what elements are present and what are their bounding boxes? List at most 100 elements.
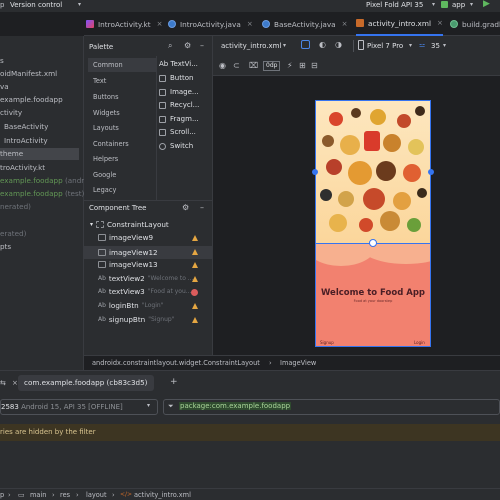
tree-node-textview3[interactable]: Ab textView3 "Food at you... xyxy=(98,287,192,296)
tab-build-gradle[interactable]: build.gradle xyxy=(450,12,500,36)
logcat-filter-input[interactable]: ⏷ package:com.example.foodapp xyxy=(163,399,500,415)
tab-introactivity-kt[interactable]: IntroActivity.kt × xyxy=(86,12,162,36)
close-icon[interactable]: × xyxy=(12,379,18,387)
tree-node-loginbtn[interactable]: Ab loginBtn "Login" xyxy=(98,301,163,310)
palette-category-google[interactable]: Google xyxy=(93,171,116,179)
palette-item-scrollview[interactable]: Scroll... xyxy=(159,128,196,136)
breadcrumb-file[interactable]: activity_intro.xml xyxy=(134,491,191,499)
minimize-icon[interactable]: – xyxy=(200,41,204,50)
constraint-handle[interactable] xyxy=(312,169,318,175)
tree-item[interactable]: oidManifest.xml xyxy=(0,69,57,78)
palette-category-containers[interactable]: Containers xyxy=(93,140,129,148)
tree-item[interactable]: BaseActivity xyxy=(4,122,48,131)
error-icon[interactable] xyxy=(191,289,198,296)
layout-preview[interactable]: Welcome to Food App Food at your doorste… xyxy=(312,100,434,347)
button-icon: Ab xyxy=(98,316,106,323)
layout-file-selector[interactable]: activity_intro.xml xyxy=(221,42,281,50)
tree-item[interactable]: pts xyxy=(0,242,11,251)
warning-icon[interactable] xyxy=(192,276,198,282)
signup-button[interactable]: Signup xyxy=(320,340,334,345)
palette-item-button[interactable]: Button xyxy=(159,74,193,82)
tree-item[interactable]: erated) xyxy=(0,229,26,238)
design-mode-icon[interactable] xyxy=(301,40,310,49)
orientation-icon[interactable]: ◐ xyxy=(319,40,326,49)
guidelines-icon[interactable]: ⊞ xyxy=(299,61,306,70)
breadcrumb-root[interactable]: p xyxy=(0,491,4,499)
tree-item[interactable]: va xyxy=(0,82,9,91)
tree-node-constraintlayout[interactable]: ▾ ConstraintLayout xyxy=(90,220,169,229)
palette-category-common[interactable]: Common xyxy=(88,58,156,72)
warning-icon[interactable] xyxy=(192,249,198,255)
gear-icon[interactable]: ⚙ xyxy=(184,41,191,50)
tree-item[interactable]: nerated) xyxy=(0,202,31,211)
logcat-panel: ⇆ × com.example.foodapp (cb83c3d5) + 258… xyxy=(0,370,500,488)
tree-node-imageview13[interactable]: imageView13 xyxy=(98,260,158,269)
eye-icon[interactable]: ◉ xyxy=(219,61,226,70)
palette-category-buttons[interactable]: Buttons xyxy=(93,93,119,101)
gear-icon[interactable]: ⚙ xyxy=(182,203,189,212)
api-level-selector[interactable]: 35 xyxy=(431,42,440,50)
tree-node-signupbtn[interactable]: Ab signupBtn "Signup" xyxy=(98,315,174,324)
add-tab-icon[interactable]: + xyxy=(170,377,178,387)
warning-icon[interactable] xyxy=(192,262,198,268)
palette-category-layouts[interactable]: Layouts xyxy=(93,124,119,132)
logcat-tab[interactable]: com.example.foodapp (cb83c3d5) xyxy=(18,375,154,391)
palette-item-imageview[interactable]: Image... xyxy=(159,88,199,96)
tab-introactivity-java[interactable]: IntroActivity.java × xyxy=(168,12,253,36)
default-margin-selector[interactable]: 0dp xyxy=(263,61,281,71)
device-selector[interactable]: Pixel Fold API 35 xyxy=(366,1,423,9)
close-icon[interactable]: × xyxy=(342,20,348,28)
breadcrumb-layout[interactable]: androidx.constraintlayout.widget.Constra… xyxy=(92,359,260,367)
food-collage-image[interactable] xyxy=(316,101,430,244)
align-icon[interactable]: ⊟ xyxy=(311,61,318,70)
search-icon[interactable]: ⌕ xyxy=(168,41,172,51)
night-mode-icon[interactable]: ◑ xyxy=(335,40,342,49)
breadcrumb-imageview[interactable]: ImageView xyxy=(280,359,316,367)
tree-node-imageview9[interactable]: imageView9 xyxy=(98,233,153,242)
close-icon[interactable]: × xyxy=(157,20,163,28)
tree-item[interactable]: ctivity xyxy=(0,108,22,117)
constraint-handle[interactable] xyxy=(369,239,377,247)
palette-category-text[interactable]: Text xyxy=(93,77,106,85)
infer-constraints-icon[interactable]: ⚡ xyxy=(287,61,293,70)
palette-item-fragment[interactable]: Fragm... xyxy=(159,115,199,123)
run-config-selector[interactable]: app xyxy=(452,1,465,9)
tree-item[interactable]: example.foodapp (androi xyxy=(0,176,90,185)
tree-item[interactable]: IntroActivity xyxy=(4,136,48,145)
palette-category-helpers[interactable]: Helpers xyxy=(93,155,118,163)
run-icon[interactable]: ▶ xyxy=(483,0,490,9)
tree-item-selected[interactable]: theme xyxy=(0,148,79,160)
device-dropdown[interactable]: 2583 Android 15, API 35 [OFFLINE] xyxy=(0,399,158,415)
tab-activity-intro-xml[interactable]: activity_intro.xml × xyxy=(356,12,443,36)
palette-title: Palette xyxy=(89,43,114,51)
tree-node-textview2[interactable]: Ab textView2 "Welcome to ... xyxy=(98,274,194,283)
toolbar-icon[interactable]: ⇆ xyxy=(0,379,6,387)
minimize-icon[interactable]: – xyxy=(200,203,204,212)
close-icon[interactable]: × xyxy=(247,20,253,28)
warning-icon[interactable] xyxy=(192,317,198,323)
warning-icon[interactable] xyxy=(192,235,198,241)
tab-baseactivity-java[interactable]: BaseActivity.java × xyxy=(262,12,348,36)
tree-item[interactable]: example.foodapp (test) xyxy=(0,189,84,198)
warning-icon[interactable] xyxy=(192,303,198,309)
close-icon[interactable]: × xyxy=(437,19,443,27)
magnet-icon[interactable]: ⊂ xyxy=(233,61,240,70)
tree-item[interactable]: example.foodapp xyxy=(0,95,63,104)
login-button[interactable]: Login xyxy=(414,340,425,345)
breadcrumb-layout-folder[interactable]: layout xyxy=(86,491,107,499)
palette-item-recyclerview[interactable]: Recycl... xyxy=(159,101,199,109)
palette-item-switch[interactable]: Switch xyxy=(159,142,193,150)
menu-partial[interactable]: p xyxy=(0,1,4,9)
breadcrumb-main[interactable]: main xyxy=(30,491,46,499)
palette-item-textview[interactable]: Ab TextVi... xyxy=(159,60,198,68)
palette-category-widgets[interactable]: Widgets xyxy=(93,109,120,117)
constraint-handle[interactable] xyxy=(428,169,434,175)
vcs-menu[interactable]: Version control xyxy=(10,1,62,9)
tree-item[interactable]: troActivity.kt xyxy=(0,163,45,172)
clear-constraints-icon[interactable]: ⌧ xyxy=(249,61,258,70)
chevron-down-icon[interactable]: ▾ xyxy=(78,1,81,8)
palette-category-legacy[interactable]: Legacy xyxy=(93,186,116,194)
device-preview-selector[interactable]: Pixel 7 Pro xyxy=(367,42,403,50)
breadcrumb-res[interactable]: res xyxy=(60,491,70,499)
tree-item[interactable]: s xyxy=(0,56,4,65)
